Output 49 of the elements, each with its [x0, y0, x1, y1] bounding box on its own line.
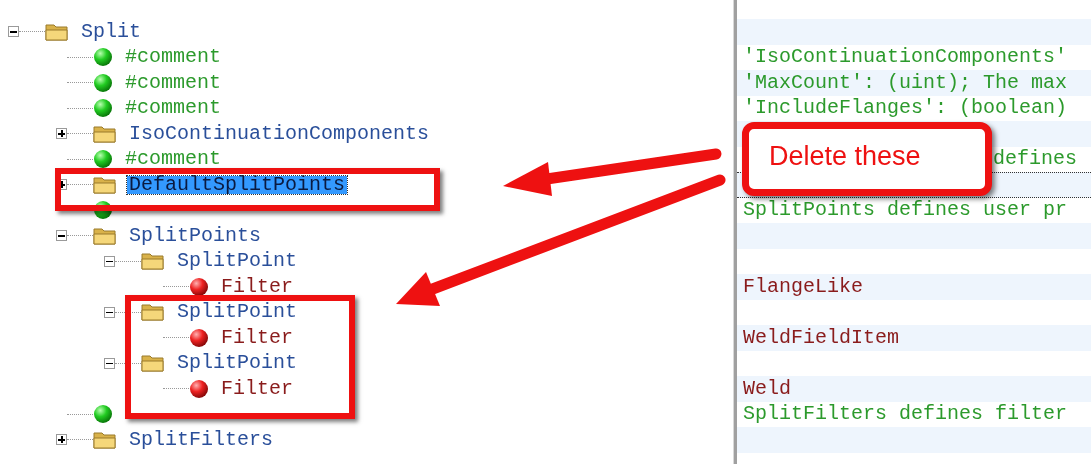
folder-icon [93, 174, 117, 195]
comment-text: 'IncludeFlanges': (boolean) [743, 95, 1068, 122]
collapse-toggle[interactable] [104, 306, 115, 318]
expand-toggle[interactable] [56, 128, 67, 140]
comment-node-icon [93, 149, 113, 170]
comment-text: SplitFilters defines filter [743, 401, 1068, 428]
collapse-toggle[interactable] [56, 230, 67, 242]
comment-text: SplitPoints defines user pr [743, 197, 1068, 224]
collapse-toggle[interactable] [104, 255, 115, 267]
tree-node-label[interactable]: Filter [219, 328, 295, 347]
tree-node-label[interactable]: #comment [123, 73, 223, 92]
expand-toggle[interactable] [56, 434, 67, 446]
tree-node-label[interactable]: IsoContinuationComponents [127, 124, 432, 143]
comment-node-icon [93, 47, 113, 68]
collapse-toggle[interactable] [8, 26, 19, 38]
element-node-icon [189, 378, 209, 399]
tree-node-label[interactable]: Filter [219, 277, 295, 296]
folder-icon [93, 225, 117, 246]
tree-node-label[interactable]: Split [79, 22, 143, 41]
element-node-icon [189, 276, 209, 297]
value-text: FlangeLike [743, 273, 864, 300]
comment-node-icon [93, 98, 113, 119]
value-text: WeldFieldItem [743, 324, 900, 351]
tree-node-label[interactable]: SplitPoint [175, 354, 300, 373]
tree-node-label[interactable]: #comment [123, 99, 223, 118]
tree-node-label[interactable]: SplitPoints [127, 226, 264, 245]
collapse-toggle[interactable] [104, 357, 115, 369]
folder-icon [141, 353, 165, 374]
tree-node-label[interactable]: SplitPoint [175, 303, 300, 322]
callout-text: Delete these [769, 139, 921, 173]
folder-icon [45, 21, 69, 42]
value-text: Weld [743, 375, 791, 402]
comment-text: defines [993, 146, 1077, 173]
comment-node-icon [93, 404, 113, 425]
element-node-icon [189, 327, 209, 348]
comment-node-icon [93, 200, 113, 221]
folder-icon [141, 302, 165, 323]
tree-node-label[interactable]: SplitFilters [127, 430, 276, 449]
tree-node-label[interactable]: SplitPoint [175, 252, 300, 271]
comment-text: 'MaxCount': (uint); The max [743, 69, 1068, 96]
tree-node-label[interactable]: Filter [219, 379, 295, 398]
folder-icon [93, 429, 117, 450]
folder-icon [93, 123, 117, 144]
tree-node-label[interactable]: #comment [123, 150, 223, 169]
folder-icon [141, 251, 165, 272]
comment-node-icon [93, 72, 113, 93]
tree-node-label[interactable]: #comment [123, 48, 223, 67]
tree-node-label[interactable]: DefaultSplitPoints [127, 175, 348, 194]
comment-text: 'IsoContinuationComponents' [743, 44, 1068, 71]
